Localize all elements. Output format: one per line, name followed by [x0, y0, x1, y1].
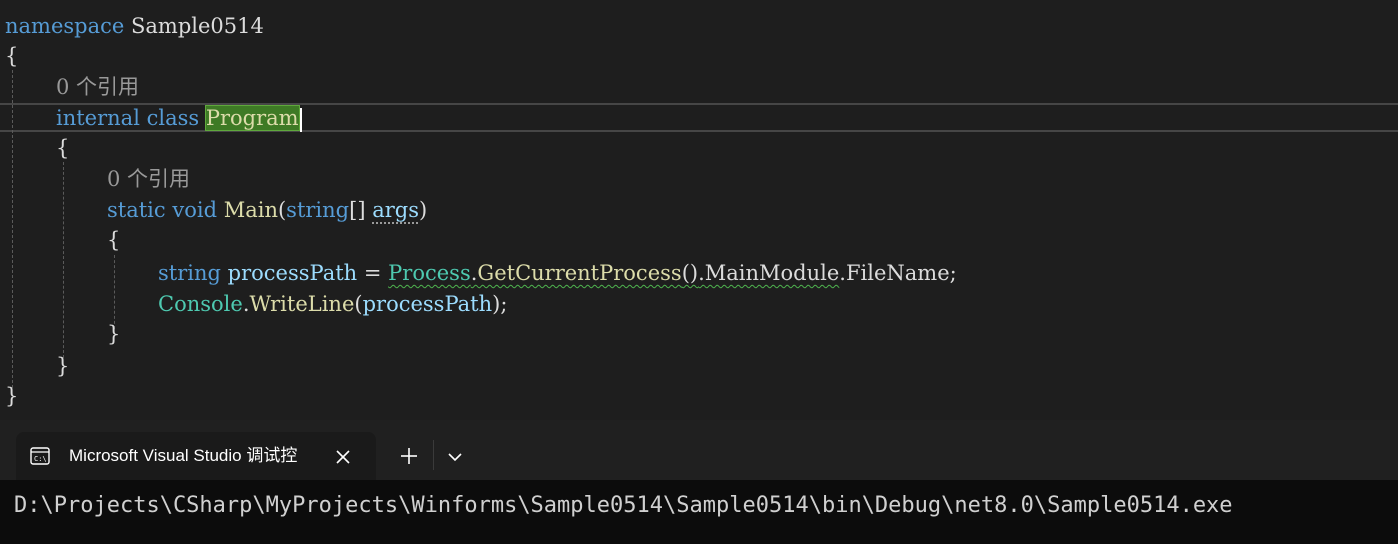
- internal-keyword: internal: [56, 106, 140, 130]
- code-line-brace[interactable]: {: [56, 133, 69, 164]
- code-line-namespace[interactable]: namespace Sample0514: [5, 11, 264, 42]
- file-name-property: FileName: [845, 261, 950, 285]
- svg-text:C:\: C:\: [34, 455, 47, 463]
- get-current-process-method: GetCurrentProcess: [477, 261, 682, 285]
- indent-guide: [12, 70, 13, 388]
- args-parameter: args: [372, 198, 419, 222]
- dot: .: [242, 292, 250, 316]
- dot: .: [839, 261, 846, 285]
- call-parens: (): [681, 261, 699, 285]
- terminal-output-line: D:\Projects\CSharp\MyProjects\Winforms\S…: [14, 493, 1233, 518]
- code-line-brace[interactable]: }: [107, 319, 120, 350]
- chevron-down-icon[interactable]: [444, 446, 466, 468]
- namespace-keyword: namespace: [5, 14, 125, 38]
- void-keyword: void: [172, 198, 218, 222]
- code-line-brace[interactable]: {: [107, 225, 120, 256]
- code-line-brace[interactable]: }: [56, 351, 69, 382]
- console-type: Console: [158, 292, 243, 316]
- codelens-references[interactable]: 0 个引用: [56, 72, 139, 103]
- static-keyword: static: [107, 198, 166, 222]
- text-caret: [299, 107, 302, 132]
- code-line-main-signature[interactable]: static void Main(string[] args): [107, 195, 427, 226]
- terminal-tab[interactable]: C:\ Microsoft Visual Studio 调试控: [16, 432, 376, 480]
- indent-guide: [63, 162, 64, 358]
- terminal-body[interactable]: D:\Projects\CSharp\MyProjects\Winforms\S…: [0, 480, 1398, 544]
- process-path-variable: processPath: [227, 261, 358, 285]
- open-brace: {: [107, 228, 121, 252]
- codelens-references[interactable]: 0 个引用: [107, 164, 190, 195]
- semicolon: ;: [949, 261, 957, 285]
- open-brace: {: [56, 136, 70, 160]
- paren: (: [354, 292, 363, 316]
- class-keyword: class: [146, 106, 200, 130]
- paren: ): [418, 198, 428, 222]
- terminal-tab-title: Microsoft Visual Studio 调试控: [69, 446, 298, 465]
- process-path-argument: processPath: [362, 292, 493, 316]
- brackets: []: [349, 198, 366, 222]
- close-brace: }: [107, 322, 121, 346]
- process-type: Process: [388, 261, 471, 285]
- terminal-window: C:\ Microsoft Visual Studio 调试控 D:\Proje…: [0, 420, 1398, 544]
- equals-operator: =: [363, 261, 382, 285]
- open-brace: {: [5, 44, 19, 68]
- plus-icon[interactable]: [397, 444, 421, 468]
- paren: (: [277, 198, 287, 222]
- close-brace: }: [5, 384, 19, 408]
- code-line-process-path[interactable]: string processPath = Process. GetCurrentP…: [158, 258, 957, 289]
- indent-guide: [114, 255, 115, 329]
- terminal-tab-strip: C:\ Microsoft Visual Studio 调试控: [0, 420, 1398, 480]
- console-icon: C:\: [30, 446, 50, 466]
- main-module-property: MainModule: [704, 261, 840, 285]
- semicolon: ;: [500, 292, 508, 316]
- close-brace: }: [56, 354, 70, 378]
- main-method-name: Main: [223, 198, 278, 222]
- string-keyword: string: [158, 261, 221, 285]
- string-keyword: string: [286, 198, 350, 222]
- write-line-method: WriteLine: [249, 292, 355, 316]
- close-icon[interactable]: [332, 446, 354, 468]
- tab-strip-divider: [433, 440, 434, 470]
- code-line-brace[interactable]: {: [5, 41, 18, 72]
- dot: .: [698, 261, 705, 285]
- class-name-highlight[interactable]: Program: [204, 105, 300, 131]
- code-line-brace[interactable]: }: [5, 381, 18, 412]
- code-line-class[interactable]: internal class Program: [56, 103, 302, 134]
- namespace-name: Sample0514: [131, 14, 264, 38]
- code-line-write-line[interactable]: Console.WriteLine(processPath);: [158, 289, 507, 320]
- code-editor[interactable]: namespace Sample0514 { 0 个引用 internal cl…: [0, 0, 1398, 420]
